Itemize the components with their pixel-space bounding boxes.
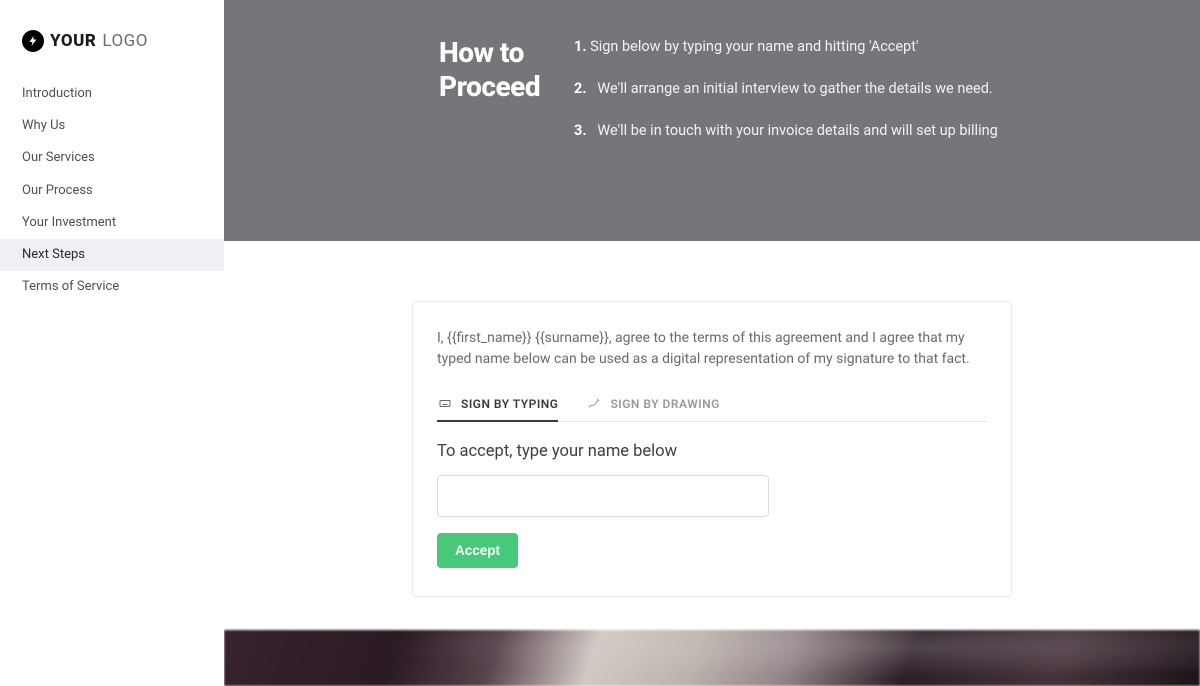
sidebar-item-our-services[interactable]: Our Services xyxy=(0,142,224,174)
sidebar-item-our-process[interactable]: Our Process xyxy=(0,175,224,207)
sidebar-item-introduction[interactable]: Introduction xyxy=(0,78,224,110)
step-number: 1. xyxy=(574,38,587,55)
footer-background-image xyxy=(224,630,1200,686)
step-number: 2. xyxy=(574,80,587,97)
accept-instruction: To accept, type your name below xyxy=(437,442,987,461)
sidebar-item-your-investment[interactable]: Your Investment xyxy=(0,207,224,239)
signature-tabs: SIGN BY TYPING SIGN BY DRAWING xyxy=(437,396,987,422)
sidebar-item-next-steps[interactable]: Next Steps xyxy=(0,239,224,271)
step-1: 1. Sign below by typing your name and hi… xyxy=(574,36,1100,58)
step-text: We'll arrange an initial interview to ga… xyxy=(597,80,992,97)
signature-name-input[interactable] xyxy=(437,475,769,517)
step-text: We'll be in touch with your invoice deta… xyxy=(597,122,997,139)
tab-sign-by-typing[interactable]: SIGN BY TYPING xyxy=(437,396,558,422)
tab-sign-by-drawing[interactable]: SIGN BY DRAWING xyxy=(586,396,719,422)
sidebar-item-terms-of-service[interactable]: Terms of Service xyxy=(0,271,224,303)
tab-label: SIGN BY DRAWING xyxy=(610,397,719,411)
proceed-steps: 1. Sign below by typing your name and hi… xyxy=(574,36,1160,211)
signature-card: I, {{first_name}} {{surname}}, agree to … xyxy=(412,301,1012,597)
brand-logo: YOUR LOGO xyxy=(0,0,224,72)
signature-area: I, {{first_name}} {{surname}}, agree to … xyxy=(224,241,1200,677)
accept-button[interactable]: Accept xyxy=(437,533,518,568)
keyboard-icon xyxy=(437,396,453,412)
logo-text-bold: YOUR xyxy=(50,31,96,51)
bolt-icon xyxy=(22,30,44,52)
sidebar-nav: Introduction Why Us Our Services Our Pro… xyxy=(0,72,224,303)
step-2: 2. We'll arrange an initial interview to… xyxy=(574,78,1100,100)
header-panel: How to Proceed 1. Sign below by typing y… xyxy=(224,0,1200,241)
step-number: 3. xyxy=(574,122,587,139)
step-text: Sign below by typing your name and hitti… xyxy=(590,38,918,55)
page-title: How to Proceed xyxy=(439,36,544,103)
step-3: 3. We'll be in touch with your invoice d… xyxy=(574,120,1100,142)
agreement-text: I, {{first_name}} {{surname}}, agree to … xyxy=(437,328,987,370)
pen-icon xyxy=(586,396,602,412)
main-content: How to Proceed 1. Sign below by typing y… xyxy=(224,0,1200,686)
logo-text-light: LOGO xyxy=(102,31,148,51)
sidebar: YOUR LOGO Introduction Why Us Our Service… xyxy=(0,0,224,686)
tab-label: SIGN BY TYPING xyxy=(461,397,558,411)
sidebar-item-why-us[interactable]: Why Us xyxy=(0,110,224,142)
